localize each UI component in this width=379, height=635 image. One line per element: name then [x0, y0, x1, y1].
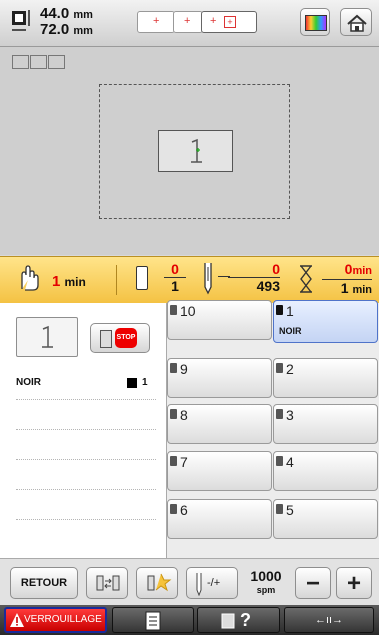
print-list-button[interactable] — [112, 607, 194, 633]
frame-select-medium[interactable]: + — [173, 11, 203, 33]
list-item-empty — [16, 519, 156, 549]
color-progress: 0 1 — [164, 262, 186, 294]
thread-slot-9[interactable]: 9 — [167, 358, 272, 398]
thread-slot-2[interactable]: 2 — [273, 358, 378, 398]
progress-bar: 1 min 0 1 0 493 0min 1 min — [0, 256, 379, 304]
help-button[interactable]: ? — [197, 607, 280, 633]
thread-spool-icon — [136, 266, 148, 290]
hand-timer-icon — [21, 265, 39, 291]
hourglass-icon — [300, 265, 312, 293]
design-bounding-box — [158, 130, 233, 172]
color-list-panel: STOP NOIR 1 — [0, 303, 167, 558]
thread-slot-4[interactable]: 4 — [273, 451, 378, 491]
thread-sort-button[interactable] — [136, 567, 178, 599]
thread-slot-10[interactable]: 10 — [167, 300, 272, 340]
move-frame-button[interactable]: ←ıı→ — [284, 607, 374, 633]
footer-bar: VERROUILLAGE ? ←ıı→ — [0, 605, 379, 635]
list-item-empty — [16, 399, 156, 430]
design-glyph — [191, 138, 202, 163]
design-thumbnail[interactable] — [16, 317, 78, 357]
color-change-button[interactable] — [300, 8, 330, 36]
thread-slot-6[interactable]: 6 — [167, 499, 272, 539]
thread-sort-icon — [147, 573, 172, 592]
list-icon — [145, 611, 161, 631]
retour-button[interactable]: RETOUR — [10, 567, 78, 599]
stitch-progress: 0 493 — [228, 262, 280, 294]
thread-slot-1[interactable]: 1 NOIR — [273, 300, 378, 343]
list-item-empty — [16, 459, 156, 490]
bottom-toolbar: RETOUR -/+ 1000 spm − + — [0, 558, 379, 606]
grid-toggle-icon[interactable] — [12, 55, 67, 70]
list-item[interactable]: NOIR 1 — [16, 369, 156, 400]
thread-slot-8[interactable]: 8 — [167, 404, 272, 444]
thread-slot-5[interactable]: 5 — [273, 499, 378, 539]
thread-swap-button[interactable] — [86, 567, 128, 599]
machine-help-icon — [221, 613, 235, 629]
lock-button[interactable]: VERROUILLAGE — [4, 607, 107, 633]
frame-select-small[interactable]: + — [137, 11, 175, 33]
speed-plus-button[interactable]: + — [336, 567, 372, 599]
thread-swap-icon — [96, 575, 120, 591]
needle-position-button[interactable]: -/+ — [186, 567, 238, 599]
color-palette-icon — [305, 15, 327, 31]
list-item-empty — [16, 489, 156, 520]
top-bar: 44.0 mm 72.0 mm + + + + — [0, 0, 379, 47]
design-thumbnail-glyph — [42, 325, 53, 348]
design-height: 72.0 mm — [40, 21, 93, 38]
elapsed-time: 1 min — [52, 273, 86, 290]
list-item-empty — [16, 429, 156, 460]
speed-display: 1000 spm — [250, 568, 282, 595]
frame-select-large[interactable]: + + — [201, 11, 257, 33]
home-icon — [347, 14, 367, 32]
speed-minus-button[interactable]: − — [295, 567, 331, 599]
stop-button[interactable]: STOP — [90, 323, 150, 353]
warning-icon — [10, 613, 24, 627]
thread-slot-3[interactable]: 3 — [273, 404, 378, 444]
needle-icon — [196, 573, 202, 596]
time-progress: 0min 1 min — [322, 262, 372, 298]
thread-panel: STOP NOIR 1 10 1 NOIR 9 2 8 3 7 4 6 5 — [0, 300, 379, 558]
stop-sign-icon: STOP — [115, 328, 137, 348]
embroidery-size-icon — [11, 9, 33, 31]
color-swatch — [127, 378, 137, 388]
needle-icon — [204, 263, 212, 295]
thread-stop-icon — [100, 330, 112, 348]
thread-slot-7[interactable]: 7 — [167, 451, 272, 491]
home-button[interactable] — [340, 8, 372, 36]
design-width: 44.0 mm — [40, 5, 93, 22]
embroidery-preview — [0, 47, 379, 255]
